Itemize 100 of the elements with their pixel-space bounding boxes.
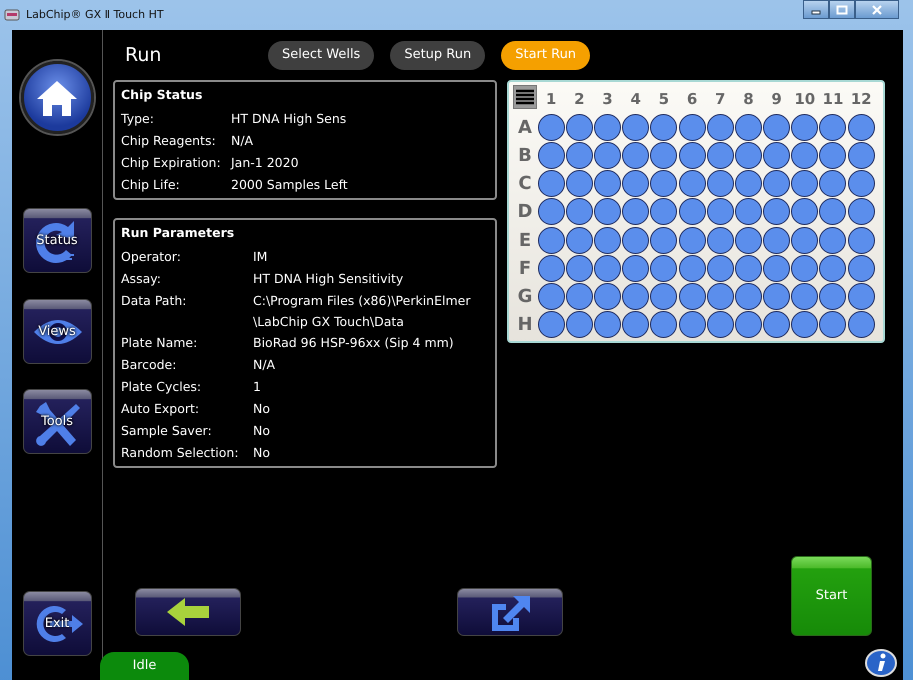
well[interactable] xyxy=(678,142,706,169)
well[interactable] xyxy=(848,254,875,282)
well[interactable] xyxy=(706,282,734,310)
well[interactable] xyxy=(734,142,762,169)
well[interactable] xyxy=(848,114,875,141)
well[interactable] xyxy=(594,311,621,338)
well[interactable] xyxy=(706,198,734,226)
well[interactable] xyxy=(706,170,734,198)
well[interactable] xyxy=(706,142,734,169)
well[interactable] xyxy=(650,311,678,338)
well[interactable] xyxy=(706,311,734,338)
well[interactable] xyxy=(791,254,818,282)
well[interactable] xyxy=(763,254,790,282)
well[interactable] xyxy=(848,311,875,338)
well[interactable] xyxy=(848,142,875,169)
well[interactable] xyxy=(538,170,565,198)
well[interactable] xyxy=(819,311,846,338)
well[interactable] xyxy=(763,198,790,226)
well[interactable] xyxy=(650,254,678,282)
well[interactable] xyxy=(848,198,875,226)
well[interactable] xyxy=(763,282,790,310)
well[interactable] xyxy=(763,114,790,141)
well[interactable] xyxy=(819,170,846,198)
well[interactable] xyxy=(678,254,706,282)
well[interactable] xyxy=(819,142,846,169)
close-button[interactable] xyxy=(855,0,899,19)
well[interactable] xyxy=(848,170,875,198)
minimize-button[interactable] xyxy=(803,0,829,19)
home-button[interactable] xyxy=(20,61,94,134)
well[interactable] xyxy=(594,254,621,282)
well[interactable] xyxy=(819,198,846,226)
well[interactable] xyxy=(678,311,706,338)
well[interactable] xyxy=(819,282,846,310)
well[interactable] xyxy=(650,142,678,169)
start-button[interactable]: Start xyxy=(791,556,872,636)
well[interactable] xyxy=(791,170,818,198)
well[interactable] xyxy=(650,114,678,141)
well[interactable] xyxy=(594,226,621,254)
well[interactable] xyxy=(622,282,650,310)
well[interactable] xyxy=(791,282,818,310)
maximize-button[interactable] xyxy=(829,0,855,19)
well[interactable] xyxy=(734,311,762,338)
well[interactable] xyxy=(538,142,565,169)
well[interactable] xyxy=(566,114,593,141)
well[interactable] xyxy=(791,114,818,141)
well[interactable] xyxy=(819,114,846,141)
tab[interactable]: Setup Run xyxy=(390,40,486,70)
well[interactable] xyxy=(566,142,593,169)
well[interactable] xyxy=(734,170,762,198)
export-button[interactable] xyxy=(457,588,563,636)
well[interactable] xyxy=(538,311,565,338)
well[interactable] xyxy=(734,282,762,310)
well[interactable] xyxy=(566,198,593,226)
well[interactable] xyxy=(594,282,621,310)
well[interactable] xyxy=(819,254,846,282)
well[interactable] xyxy=(650,282,678,310)
well[interactable] xyxy=(566,254,593,282)
well[interactable] xyxy=(819,226,846,254)
well[interactable] xyxy=(678,282,706,310)
well[interactable] xyxy=(706,114,734,141)
well[interactable] xyxy=(538,114,565,141)
well[interactable] xyxy=(734,226,762,254)
well[interactable] xyxy=(706,226,734,254)
well[interactable] xyxy=(763,170,790,198)
menu-button[interactable] xyxy=(513,85,537,109)
well[interactable] xyxy=(848,282,875,310)
well[interactable] xyxy=(594,170,621,198)
well[interactable] xyxy=(678,226,706,254)
well[interactable] xyxy=(566,311,593,338)
well[interactable] xyxy=(622,254,650,282)
well[interactable] xyxy=(650,198,678,226)
well[interactable] xyxy=(622,198,650,226)
well[interactable] xyxy=(763,142,790,169)
well[interactable] xyxy=(734,114,762,141)
well[interactable] xyxy=(650,170,678,198)
well[interactable] xyxy=(538,254,565,282)
well[interactable] xyxy=(791,311,818,338)
well[interactable] xyxy=(538,198,565,226)
well[interactable] xyxy=(791,198,818,226)
well[interactable] xyxy=(678,198,706,226)
well[interactable] xyxy=(622,142,650,169)
well[interactable] xyxy=(566,282,593,310)
tab[interactable]: Select Wells xyxy=(268,40,374,70)
well[interactable] xyxy=(791,226,818,254)
well[interactable] xyxy=(848,226,875,254)
well[interactable] xyxy=(622,114,650,141)
back-button[interactable] xyxy=(135,588,241,636)
well[interactable] xyxy=(566,226,593,254)
well[interactable] xyxy=(622,311,650,338)
well[interactable] xyxy=(763,311,790,338)
well[interactable] xyxy=(622,170,650,198)
well[interactable] xyxy=(622,226,650,254)
well[interactable] xyxy=(763,226,790,254)
well[interactable] xyxy=(594,114,621,141)
well[interactable] xyxy=(734,198,762,226)
well[interactable] xyxy=(678,114,706,141)
well[interactable] xyxy=(650,226,678,254)
well[interactable] xyxy=(791,142,818,169)
well[interactable] xyxy=(706,254,734,282)
well[interactable] xyxy=(734,254,762,282)
